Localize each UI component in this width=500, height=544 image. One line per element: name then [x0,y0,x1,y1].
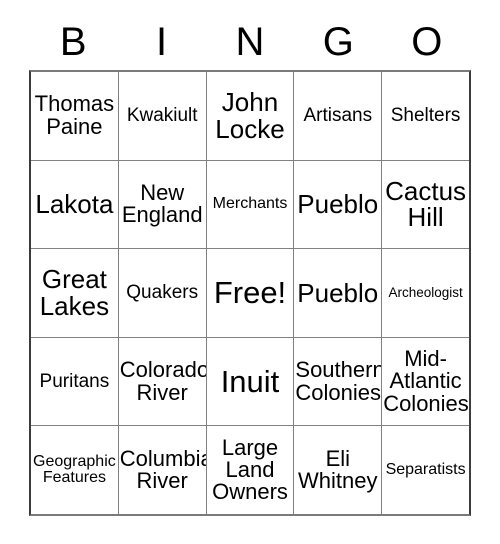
bingo-header-letter-i: I [156,20,168,64]
bingo-cell[interactable]: Merchants [205,160,294,249]
bingo-cell-label: Inuit [220,363,280,399]
bingo-cell[interactable]: Great Lakes [31,249,118,337]
bingo-cell-label: Pueblo [297,277,379,308]
bingo-cell-label: Kwakiult [126,105,198,127]
bingo-cell-label: Large Land Owners [212,434,288,505]
bingo-cell[interactable]: Pueblo [293,249,381,337]
bingo-cell-label: Puritans [39,370,110,392]
bingo-cell-label: Merchants [212,195,288,213]
bingo-cell[interactable]: Pueblo [293,160,381,249]
bingo-cell-label: Geographic Features [33,452,116,487]
bingo-cell[interactable]: Mid-Atlantic Colonies [381,337,469,426]
bingo-grid: Thomas Paine Kwakiult John Locke Artisan… [29,70,471,516]
bingo-card: B I N G O Thomas Paine Kwakiult John Loc… [29,14,471,516]
bingo-header-letter-n: N [235,20,265,64]
bingo-cell[interactable]: Kwakiult [117,72,206,160]
bingo-cell[interactable]: Geographic Features [31,426,118,514]
bingo-cell-label: Mid-Atlantic Colonies [383,345,469,416]
bingo-cell[interactable]: Lakota [31,161,118,249]
bingo-cell[interactable]: Cactus Hill [381,160,469,249]
bingo-cell-label: Shelters [390,105,461,127]
bingo-header-letter-g: G [322,20,354,64]
bingo-row: Geographic Features Columbia River Large… [31,425,469,514]
bingo-cell[interactable]: Separatists [381,426,469,514]
bingo-cell-label: John Locke [215,87,285,144]
bingo-cell-label: Archeologist [388,285,463,301]
bingo-cell-label: Great Lakes [39,264,110,321]
bingo-cell-label: Cactus Hill [385,175,467,233]
bingo-cell[interactable]: Columbia River [117,426,206,514]
bingo-cell-label: Artisans [303,105,373,127]
bingo-header-row: B I N G O [29,14,471,70]
bingo-cell[interactable]: Archeologist [381,249,469,337]
bingo-cell-free[interactable]: Free! [205,249,294,337]
bingo-cell-label: Eli Whitney [298,445,378,494]
bingo-cell[interactable]: Large Land Owners [205,426,294,514]
bingo-cell[interactable]: Puritans [31,338,118,426]
bingo-cell-label: Lakota [35,189,114,220]
bingo-cell-label: Southern Colonies [295,357,382,405]
bingo-cell-label: New England [121,179,203,228]
bingo-row: Thomas Paine Kwakiult John Locke Artisan… [31,72,469,160]
bingo-cell-label: Pueblo [297,189,379,220]
bingo-cell[interactable]: Artisans [293,72,381,160]
bingo-cell[interactable]: John Locke [205,72,294,160]
bingo-header-letter-o: O [411,20,443,64]
bingo-cell[interactable]: Colorado River [117,337,206,426]
bingo-cell-label: Free! [213,275,287,311]
bingo-cell-label: Thomas Paine [34,91,115,139]
bingo-cell-label: Separatists [385,461,466,479]
bingo-cell[interactable]: Eli Whitney [293,426,381,514]
bingo-cell-label: Columbia River [119,445,206,494]
bingo-row: Puritans Colorado River Inuit Southern C… [31,336,469,426]
bingo-cell[interactable]: New England [117,160,206,249]
bingo-row: Great Lakes Quakers Free! Pueblo Archeol… [31,248,469,337]
bingo-cell[interactable]: Shelters [381,72,469,160]
bingo-cell-label: Colorado River [119,357,206,405]
bingo-cell[interactable]: Southern Colonies [293,337,382,426]
bingo-cell[interactable]: Thomas Paine [31,72,118,160]
bingo-cell-label: Quakers [126,282,199,304]
bingo-cell[interactable]: Inuit [205,337,294,426]
bingo-header-letter-b: B [59,20,87,64]
bingo-cell[interactable]: Quakers [117,249,206,337]
bingo-row: Lakota New England Merchants Pueblo Cact… [31,159,469,249]
